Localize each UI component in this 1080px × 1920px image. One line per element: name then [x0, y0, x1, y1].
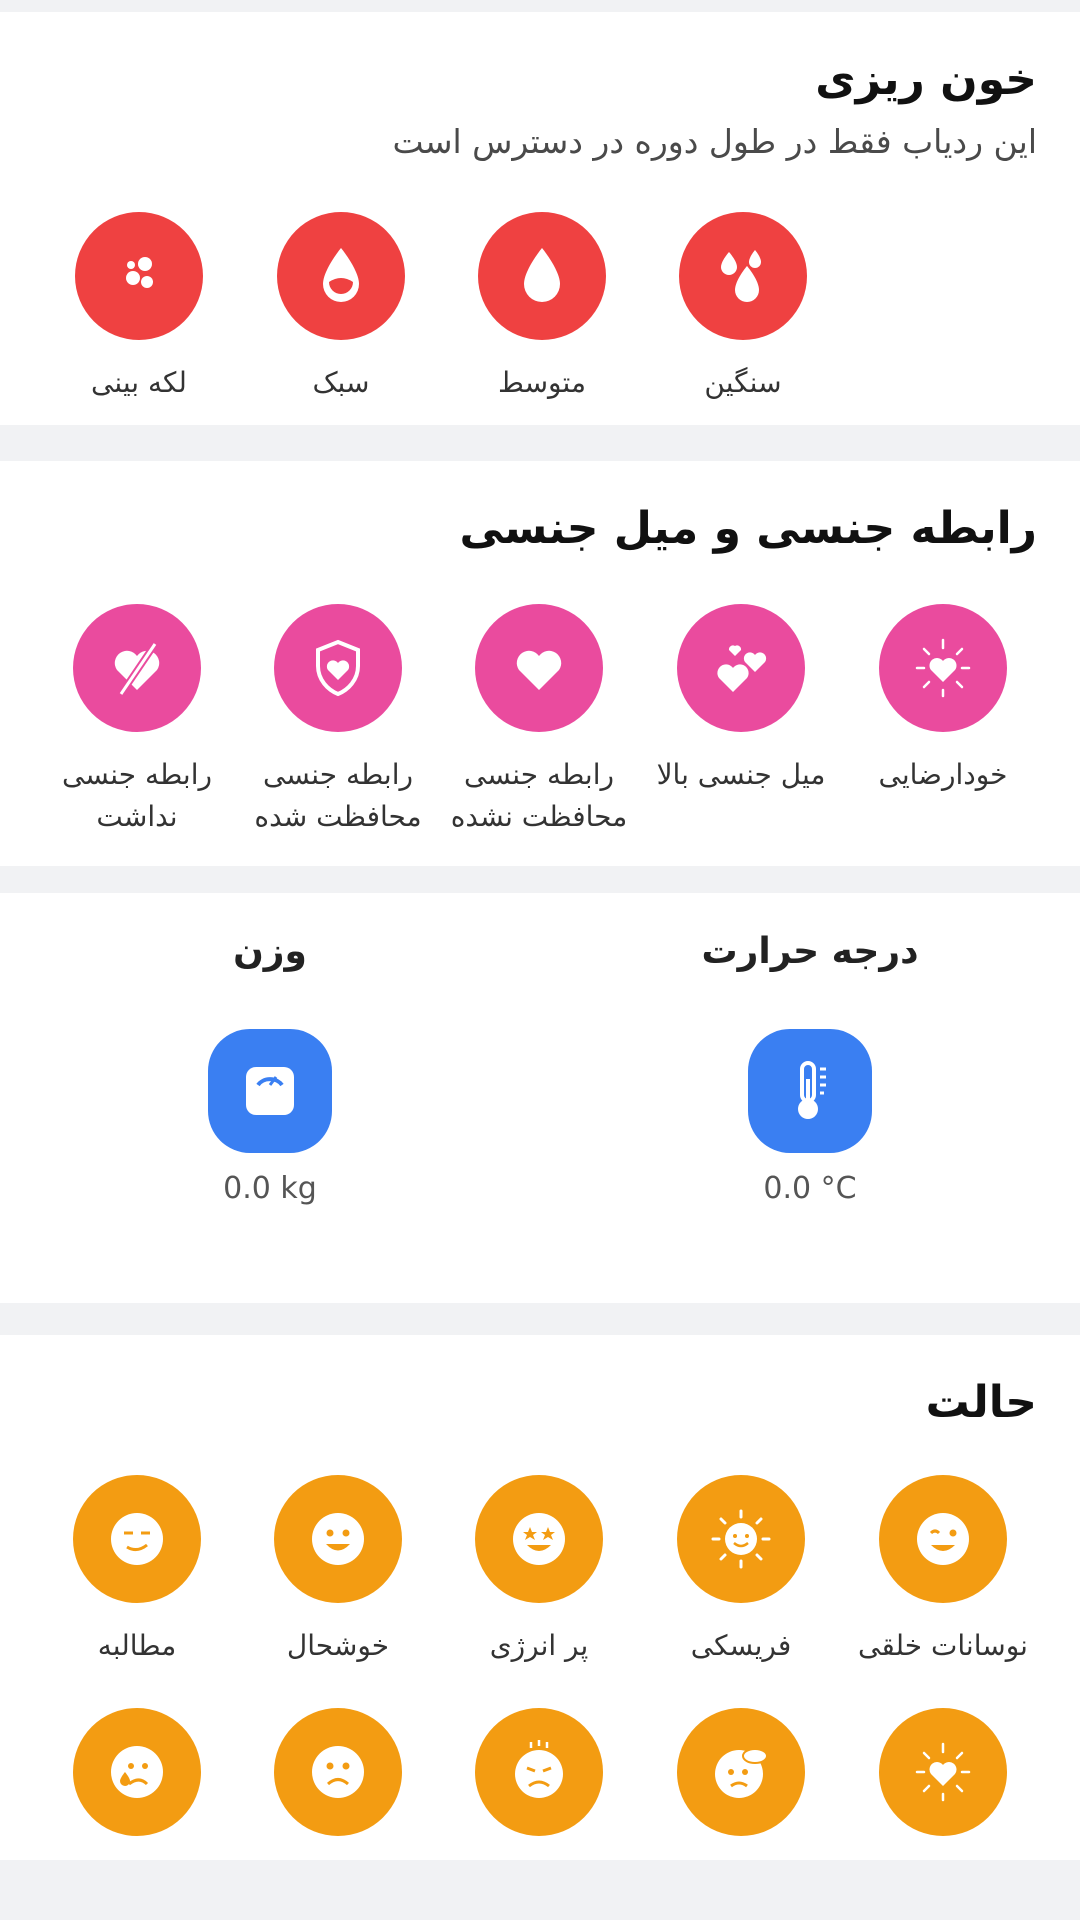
weight-value: 0.0 kg: [223, 1171, 317, 1206]
bleeding-option-spotting[interactable]: لکه بینی: [44, 212, 234, 404]
sex-drive-title: رابطه جنسی و میل جنسی: [459, 503, 1038, 554]
spotting-icon: [75, 212, 203, 340]
mood-option-mood-swings[interactable]: نوسانات خلقی: [848, 1475, 1038, 1667]
mood-option-row2[interactable]: [243, 1708, 433, 1836]
mood-option-row2[interactable]: [848, 1708, 1038, 1836]
bleeding-option-heavy[interactable]: سنگین: [648, 212, 838, 404]
happy-face-icon: [274, 1475, 402, 1603]
sun-face-icon: [677, 1475, 805, 1603]
scale-icon: [208, 1029, 332, 1153]
shield-heart-icon: [274, 604, 402, 732]
mood-title: حالت: [925, 1377, 1037, 1428]
sex-option-masturbation[interactable]: خودارضایی: [848, 604, 1038, 796]
drops-heavy-icon: [679, 212, 807, 340]
sparkle-heart-icon: [879, 604, 1007, 732]
mood-option-frisky[interactable]: فریسکی: [646, 1475, 836, 1667]
bleeding-title: خون ریزی: [815, 54, 1037, 105]
bleeding-section: خون ریزی این ردیاب فقط در طول دوره در دس…: [0, 12, 1080, 425]
weight-title: وزن: [233, 931, 307, 972]
sparkle-heart-icon: [879, 1708, 1007, 1836]
sex-option-label: رابطه جنسی نداشت: [61, 758, 213, 833]
thermometer-icon: [748, 1029, 872, 1153]
drop-medium-icon: [478, 212, 606, 340]
bleeding-option-label: سبک: [312, 366, 370, 399]
metrics-section: درجه حرارت 0.0 °C وزن 0.0 kg: [0, 893, 1080, 1303]
drop-light-icon: [277, 212, 405, 340]
mood-option-happy[interactable]: خوشحال: [243, 1475, 433, 1667]
sex-option-protected[interactable]: رابطه جنسی محافظت شده: [243, 604, 433, 838]
bleeding-option-label: سنگین: [704, 366, 782, 399]
smirk-face-icon: [73, 1475, 201, 1603]
bleeding-subtitle: این ردیاب فقط در طول دوره در دسترس است: [392, 122, 1037, 161]
heart-icon: [475, 604, 603, 732]
cloud-face-icon: [677, 1708, 805, 1836]
wink-face-icon: [879, 1475, 1007, 1603]
mood-option-label: نوسانات خلقی: [858, 1629, 1028, 1662]
weight-button[interactable]: [208, 1029, 332, 1153]
temperature-title: درجه حرارت: [701, 931, 919, 972]
sex-option-label: رابطه جنسی محافظت نشده: [450, 758, 628, 833]
sex-option-high-libido[interactable]: میل جنسی بالا: [646, 604, 836, 796]
sex-drive-section: رابطه جنسی و میل جنسی خودارضایی میل جنسی…: [0, 461, 1080, 866]
sex-option-label: رابطه جنسی محافظت شده: [254, 758, 422, 833]
star-eyes-face-icon: [475, 1475, 603, 1603]
sex-option-label: خودارضایی: [878, 758, 1008, 791]
angry-face-icon: [475, 1708, 603, 1836]
sad-face-icon: [274, 1708, 402, 1836]
sex-option-label: میل جنسی بالا: [656, 758, 826, 791]
mood-option-label: فریسکی: [690, 1629, 792, 1662]
mood-option-row2[interactable]: [646, 1708, 836, 1836]
sex-option-none[interactable]: رابطه جنسی نداشت: [42, 604, 232, 838]
mood-section: حالت نوسانات خلقی فریسکی پر انرژی خوشحال: [0, 1335, 1080, 1860]
bleeding-option-light[interactable]: سبک: [246, 212, 436, 404]
double-heart-icon: [677, 604, 805, 732]
mood-option-label: خوشحال: [286, 1629, 390, 1662]
mood-option-demanding[interactable]: مطالبه: [42, 1475, 232, 1667]
bleeding-option-label: متوسط: [498, 366, 586, 399]
bleeding-option-medium[interactable]: متوسط: [447, 212, 637, 404]
mood-option-label: پر انرژی: [489, 1629, 589, 1662]
bleeding-option-label: لکه بینی: [91, 366, 187, 399]
crossed-heart-icon: [73, 604, 201, 732]
crying-face-icon: [73, 1708, 201, 1836]
mood-option-row2[interactable]: [444, 1708, 634, 1836]
sex-option-unprotected[interactable]: رابطه جنسی محافظت نشده: [444, 604, 634, 838]
mood-option-label: مطالبه: [97, 1629, 177, 1662]
mood-option-row2[interactable]: [42, 1708, 232, 1836]
tracker-screen: خون ریزی این ردیاب فقط در طول دوره در دس…: [0, 0, 1080, 1920]
mood-option-energetic[interactable]: پر انرژی: [444, 1475, 634, 1667]
temperature-button[interactable]: [748, 1029, 872, 1153]
temperature-value: 0.0 °C: [763, 1171, 857, 1206]
